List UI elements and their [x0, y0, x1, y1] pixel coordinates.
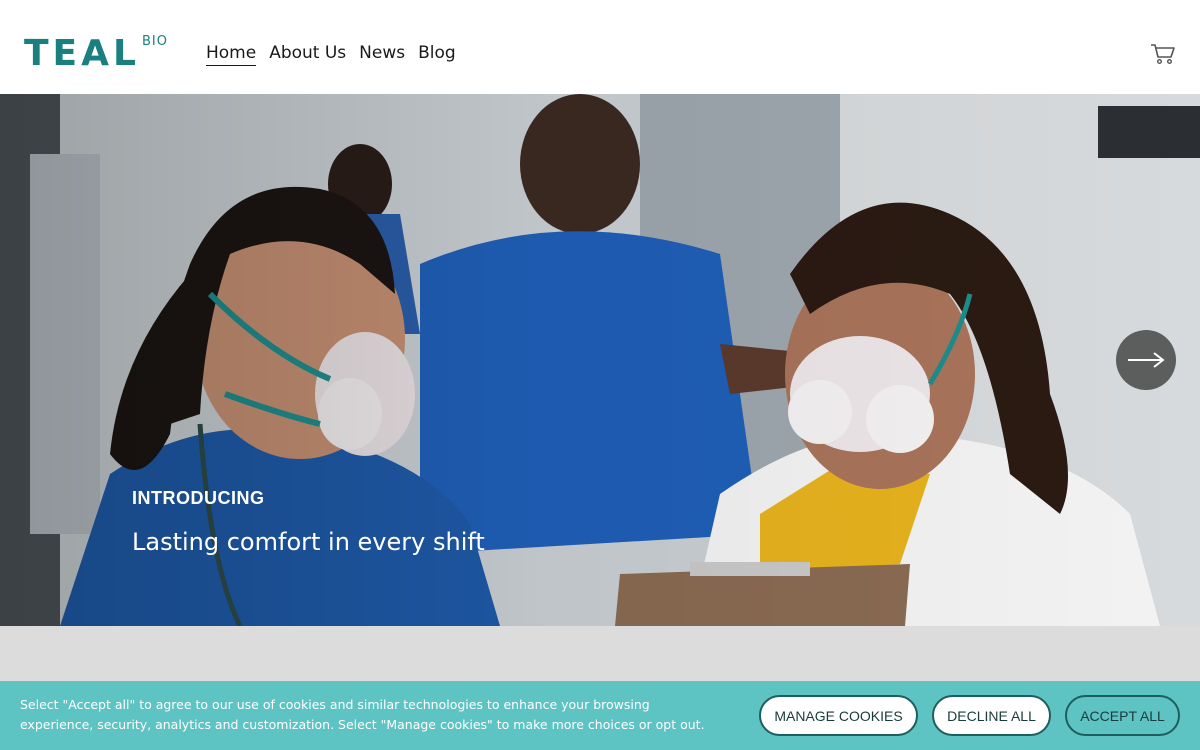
nav-news[interactable]: News — [359, 43, 405, 66]
accept-all-button[interactable]: ACCEPT ALL — [1065, 695, 1180, 736]
logo-wordmark: TEAL — [24, 33, 140, 74]
carousel-next-button[interactable] — [1116, 330, 1176, 390]
nav-blog[interactable]: Blog — [418, 43, 456, 66]
manage-cookies-button[interactable]: MANAGE COOKIES — [759, 695, 918, 736]
logo[interactable]: TEAL BIO — [24, 33, 168, 74]
main-nav: Home About Us News Blog — [206, 43, 456, 66]
nav-home[interactable]: Home — [206, 43, 257, 66]
hero-eyebrow: INTRODUCING — [132, 488, 265, 508]
site-header: TEAL BIO Home About Us News Blog — [0, 0, 1200, 94]
cart-icon[interactable] — [1150, 42, 1176, 66]
decline-all-button[interactable]: DECLINE ALL — [932, 695, 1051, 736]
hero-banner: INTRODUCING Lasting comfort in every shi… — [0, 94, 1200, 626]
cookie-banner: Select "Accept all" to agree to our use … — [0, 681, 1200, 750]
arrow-right-icon — [1128, 352, 1165, 368]
nav-about-us[interactable]: About Us — [269, 43, 346, 66]
hero-title: Lasting comfort in every shift — [132, 528, 485, 556]
cookie-text: Select "Accept all" to agree to our use … — [20, 697, 705, 732]
logo-superscript: BIO — [141, 34, 168, 49]
